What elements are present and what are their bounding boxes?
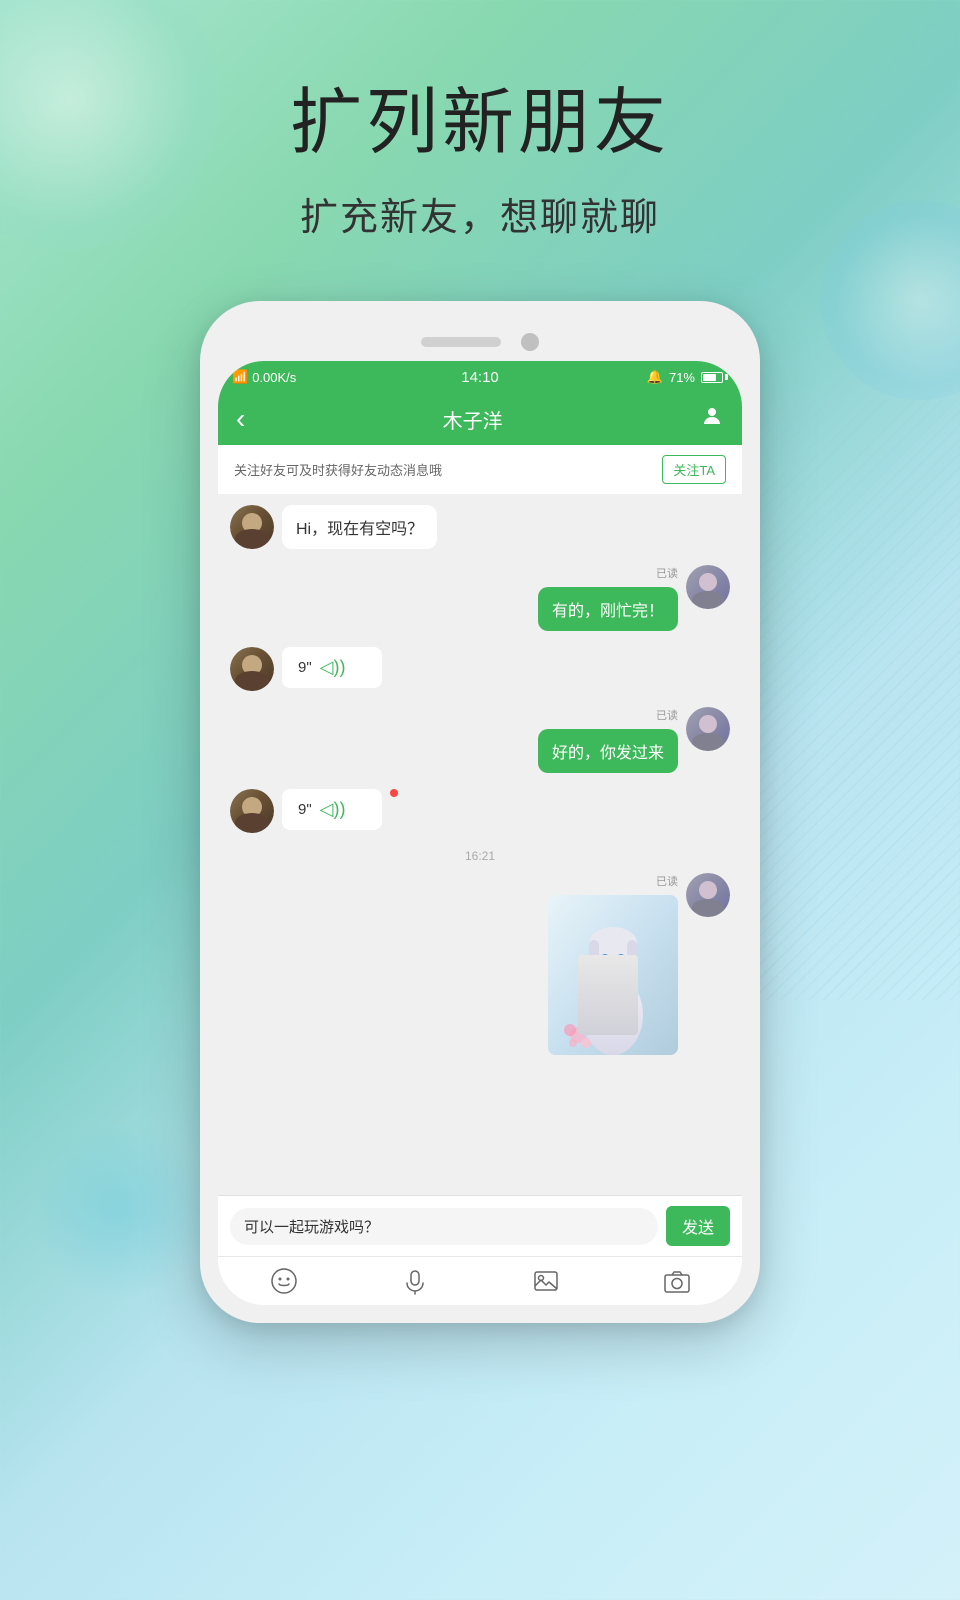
message-group-2: 已读 有的，刚忙完！ bbox=[538, 565, 678, 631]
avatar-right-img-3 bbox=[686, 873, 730, 917]
chat-message-3: 9" ◁)) bbox=[230, 647, 730, 691]
avatar-left-img-2 bbox=[230, 647, 274, 691]
phone-inner: 📶 0.00K/s 14:10 🔔 71% bbox=[218, 361, 742, 1305]
network-speed: 0.00K/s bbox=[252, 370, 296, 385]
chat-contact-name: 木子洋 bbox=[443, 405, 503, 434]
follow-banner: 关注好友可及时获得好友动态消息哦 关注TA bbox=[218, 445, 742, 495]
read-label-4: 已读 bbox=[656, 707, 678, 723]
voice-waves-3: ◁)) bbox=[320, 657, 346, 678]
header-section: 扩列新朋友 扩充新友，想聊就聊 bbox=[0, 0, 960, 241]
status-time: 14:10 bbox=[461, 369, 499, 386]
avatar-left-2 bbox=[230, 647, 274, 691]
phone-speaker bbox=[421, 337, 501, 347]
voice-duration-3: 9" bbox=[298, 659, 312, 676]
avatar-left-1 bbox=[230, 505, 274, 549]
message-text-2: 有的，刚忙完！ bbox=[552, 603, 664, 620]
input-area: 可以一起玩游戏吗？ 发送 bbox=[218, 1195, 742, 1256]
profile-icon[interactable] bbox=[700, 404, 724, 435]
chat-message-6: 已读 bbox=[230, 873, 730, 1055]
nav-bar: ‹ 木子洋 bbox=[218, 393, 742, 445]
chat-message-1: Hi，现在有空吗？ bbox=[230, 505, 730, 549]
battery-fill bbox=[703, 374, 716, 381]
bubble-1: Hi，现在有空吗？ bbox=[282, 505, 437, 549]
chat-area: Hi，现在有空吗？ 已读 有的，刚忙完！ bbox=[218, 495, 742, 1195]
signal-icon: 📶 bbox=[232, 369, 248, 385]
message-text-4: 好的，你发过来 bbox=[552, 745, 664, 762]
message-group-4: 已读 好的，你发过来 bbox=[538, 707, 678, 773]
bottom-toolbar bbox=[218, 1256, 742, 1305]
read-label-2: 已读 bbox=[656, 565, 678, 581]
battery-tip bbox=[725, 374, 728, 380]
unread-dot bbox=[390, 789, 398, 797]
voice-bubble-5[interactable]: 9" ◁)) bbox=[282, 789, 382, 830]
phone-camera bbox=[521, 333, 539, 351]
input-text: 可以一起玩游戏吗？ bbox=[244, 1219, 379, 1236]
battery-body bbox=[701, 372, 723, 383]
follow-text: 关注好友可及时获得好友动态消息哦 bbox=[234, 460, 442, 479]
voice-duration-5: 9" bbox=[298, 801, 312, 818]
status-right: 🔔 71% bbox=[647, 369, 728, 385]
camera-button[interactable] bbox=[663, 1267, 691, 1295]
follow-button[interactable]: 关注TA bbox=[662, 455, 726, 484]
chat-message-5: 9" ◁)) bbox=[230, 789, 730, 833]
voice-waves-5: ◁)) bbox=[320, 799, 346, 820]
emoji-button[interactable] bbox=[270, 1267, 298, 1295]
page-title: 扩列新朋友 bbox=[0, 80, 960, 166]
chat-message-4: 已读 好的，你发过来 bbox=[230, 707, 730, 773]
message-group-6: 已读 bbox=[548, 873, 678, 1055]
battery-icon bbox=[701, 372, 728, 383]
phone-mockup: 📶 0.00K/s 14:10 🔔 71% bbox=[0, 301, 960, 1323]
phone-screen: 📶 0.00K/s 14:10 🔔 71% bbox=[218, 361, 742, 1305]
avatar-right-img-2 bbox=[686, 707, 730, 751]
phone-outer: 📶 0.00K/s 14:10 🔔 71% bbox=[200, 301, 760, 1323]
avatar-right-1 bbox=[686, 565, 730, 609]
avatar-right-2 bbox=[686, 707, 730, 751]
back-chevron-icon: ‹ bbox=[236, 403, 245, 435]
back-button[interactable]: ‹ bbox=[236, 403, 245, 435]
voice-bubble-3[interactable]: 9" ◁)) bbox=[282, 647, 382, 688]
status-bar: 📶 0.00K/s 14:10 🔔 71% bbox=[218, 361, 742, 393]
battery-percent: 71% bbox=[669, 370, 695, 385]
phone-notch bbox=[218, 319, 742, 361]
read-label-6: 已读 bbox=[656, 873, 678, 889]
bell-icon: 🔔 bbox=[647, 369, 663, 385]
bubble-4: 好的，你发过来 bbox=[538, 729, 678, 773]
avatar-left-img bbox=[230, 505, 274, 549]
message-text-1: Hi，现在有空吗？ bbox=[296, 521, 423, 538]
message-input[interactable]: 可以一起玩游戏吗？ bbox=[230, 1208, 658, 1245]
voice-button[interactable] bbox=[401, 1267, 429, 1295]
image-button[interactable] bbox=[532, 1267, 560, 1295]
avatar-right-3 bbox=[686, 873, 730, 917]
avatar-left-img-3 bbox=[230, 789, 274, 833]
avatar-left-3 bbox=[230, 789, 274, 833]
send-button[interactable]: 发送 bbox=[666, 1206, 730, 1246]
image-bubble-6 bbox=[548, 895, 678, 1055]
bubble-2: 有的，刚忙完！ bbox=[538, 587, 678, 631]
page-subtitle: 扩充新友，想聊就聊 bbox=[0, 186, 960, 241]
status-left: 📶 0.00K/s bbox=[232, 369, 296, 385]
chat-message-2: 已读 有的，刚忙完！ bbox=[230, 565, 730, 631]
time-divider: 16:21 bbox=[230, 849, 730, 863]
avatar-right-img-1 bbox=[686, 565, 730, 609]
